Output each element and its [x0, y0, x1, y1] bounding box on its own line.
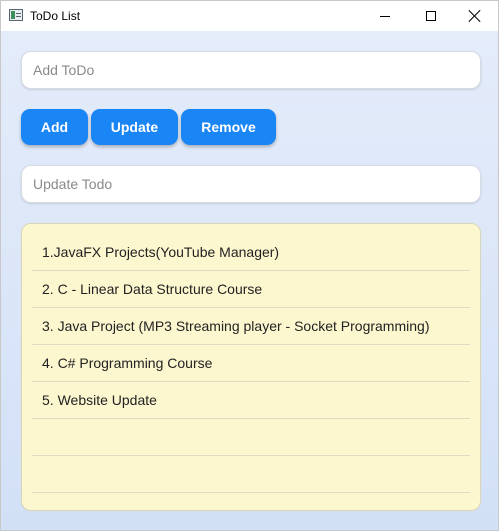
- list-item[interactable]: 3. Java Project (MP3 Streaming player - …: [32, 308, 470, 345]
- update-todo-input[interactable]: [21, 165, 481, 203]
- title-bar[interactable]: ToDo List: [1, 1, 498, 31]
- list-item[interactable]: 2. C - Linear Data Structure Course: [32, 271, 470, 308]
- window-title: ToDo List: [30, 9, 81, 23]
- list-item[interactable]: 1.JavaFX Projects(YouTube Manager): [32, 234, 470, 271]
- add-button[interactable]: Add: [21, 109, 88, 145]
- todo-window: ToDo List Add Update Remove 1.JavaFX Pro…: [0, 0, 499, 531]
- list-item[interactable]: 5. Website Update: [32, 382, 470, 419]
- add-todo-input[interactable]: [21, 51, 481, 89]
- close-button[interactable]: [452, 1, 498, 31]
- minimize-icon: [380, 15, 390, 17]
- list-item[interactable]: 4. C# Programming Course: [32, 345, 470, 382]
- minimize-button[interactable]: [362, 1, 408, 31]
- main-content: Add Update Remove 1.JavaFX Projects(YouT…: [1, 31, 498, 530]
- app-icon: [9, 9, 23, 21]
- update-button[interactable]: Update: [91, 109, 178, 145]
- list-item-empty[interactable]: [32, 419, 470, 456]
- maximize-button[interactable]: [408, 1, 454, 31]
- remove-button[interactable]: Remove: [181, 109, 276, 145]
- close-icon: [468, 9, 482, 23]
- list-item-empty[interactable]: [32, 456, 470, 493]
- maximize-icon: [426, 11, 436, 21]
- todo-list[interactable]: 1.JavaFX Projects(YouTube Manager) 2. C …: [21, 223, 481, 511]
